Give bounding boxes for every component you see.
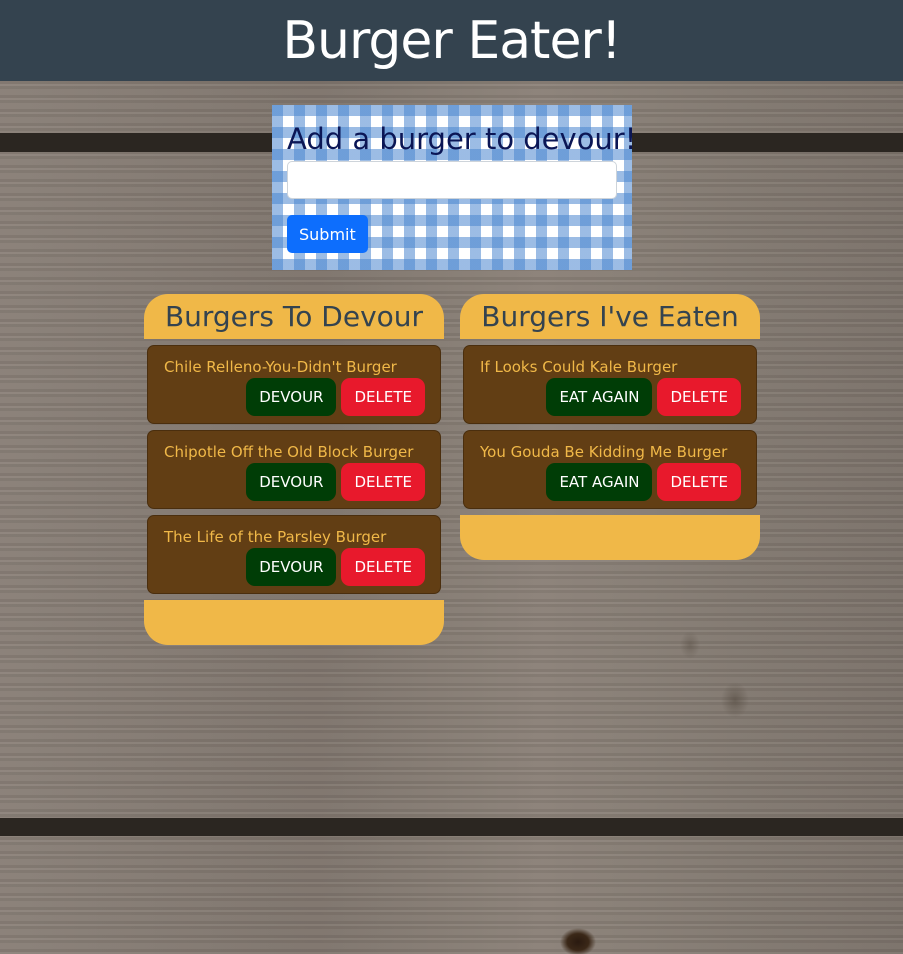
bun-bottom	[144, 600, 444, 645]
add-burger-heading: Add a burger to devour!	[287, 122, 637, 156]
to-devour-column: Burgers To Devour Chile Relleno-You-Didn…	[144, 294, 444, 645]
burger-name: You Gouda Be Kidding Me Burger	[480, 443, 728, 461]
bun-bottom	[460, 515, 760, 560]
add-burger-form: Add a burger to devour! Submit	[272, 105, 637, 270]
eat-again-button[interactable]: EAT AGAIN	[546, 378, 653, 416]
burger-name: The Life of the Parsley Burger	[164, 528, 387, 546]
devour-button[interactable]: DEVOUR	[246, 378, 337, 416]
burger-name: Chile Relleno-You-Didn't Burger	[164, 358, 397, 376]
delete-button[interactable]: DELETE	[341, 463, 425, 501]
burger-item: You Gouda Be Kidding Me Burger EAT AGAIN…	[463, 430, 757, 509]
burger-name-input[interactable]	[287, 161, 617, 199]
eaten-title: Burgers I've Eaten	[460, 294, 760, 339]
to-devour-title: Burgers To Devour	[144, 294, 444, 339]
app-title: Burger Eater!	[282, 10, 621, 71]
devour-button[interactable]: DEVOUR	[246, 548, 337, 586]
delete-button[interactable]: DELETE	[657, 463, 741, 501]
delete-button[interactable]: DELETE	[657, 378, 741, 416]
delete-button[interactable]: DELETE	[341, 548, 425, 586]
burger-item: The Life of the Parsley Burger DEVOUR DE…	[147, 515, 441, 594]
burger-name: If Looks Could Kale Burger	[480, 358, 678, 376]
app-header: Burger Eater!	[0, 0, 903, 81]
burger-item: Chile Relleno-You-Didn't Burger DEVOUR D…	[147, 345, 441, 424]
burger-item: Chipotle Off the Old Block Burger DEVOUR…	[147, 430, 441, 509]
delete-button[interactable]: DELETE	[341, 378, 425, 416]
devour-button[interactable]: DEVOUR	[246, 463, 337, 501]
burger-item: If Looks Could Kale Burger EAT AGAIN DEL…	[463, 345, 757, 424]
eat-again-button[interactable]: EAT AGAIN	[546, 463, 653, 501]
submit-button[interactable]: Submit	[287, 215, 368, 253]
burger-name: Chipotle Off the Old Block Burger	[164, 443, 414, 461]
eaten-column: Burgers I've Eaten If Looks Could Kale B…	[460, 294, 760, 560]
